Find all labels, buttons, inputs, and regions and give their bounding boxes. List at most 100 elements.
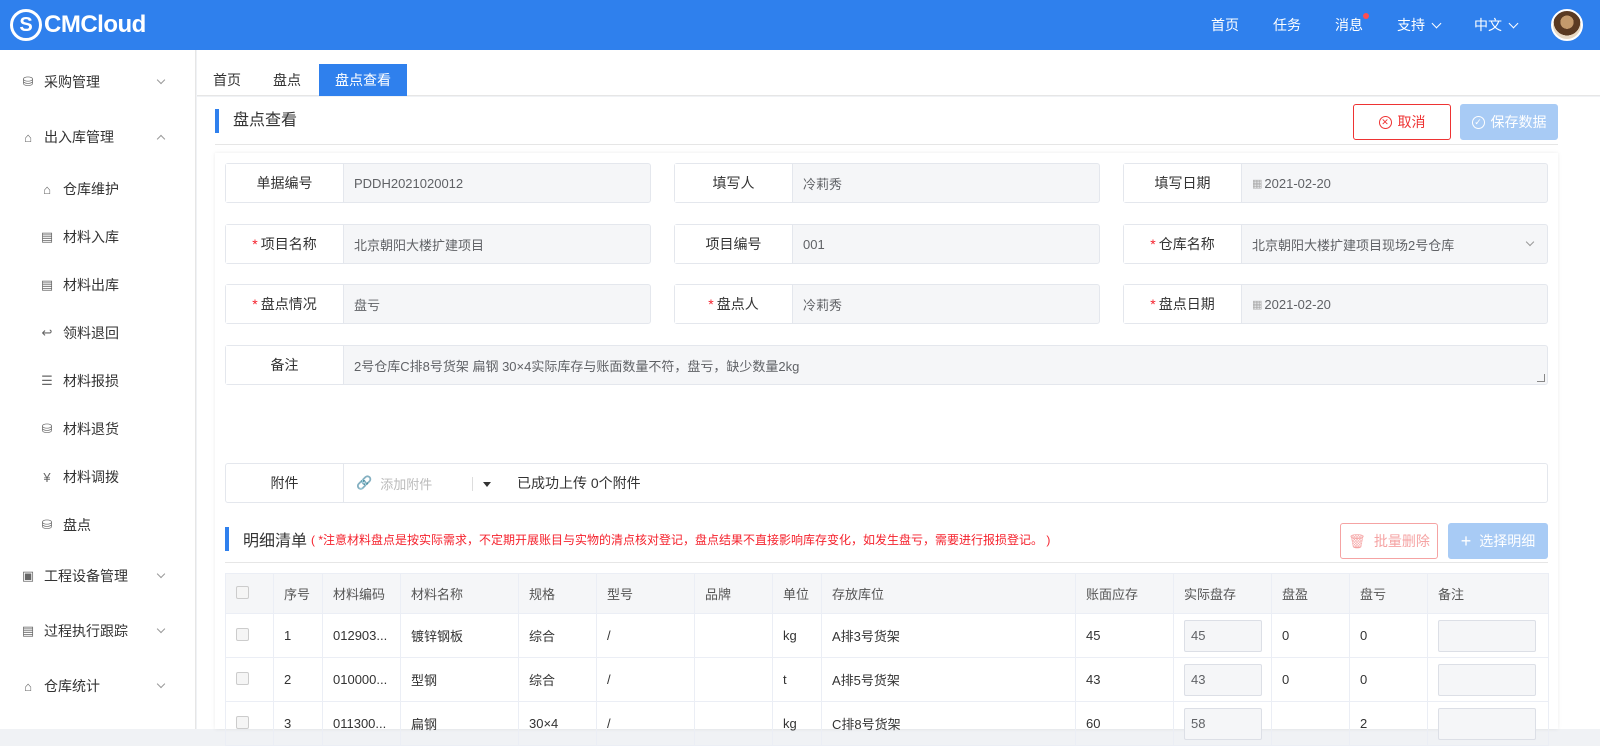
- cell-unit: t: [772, 657, 822, 702]
- database-icon: ⛁: [41, 517, 53, 532]
- form-panel: 单据编号 PDDH2021020012 填写人 冷莉秀 填写日期 ▦ 2021-0…: [215, 153, 1558, 746]
- remark-input[interactable]: [1438, 619, 1536, 652]
- close-icon: ✕: [1378, 115, 1392, 129]
- cell-book: 60: [1075, 701, 1174, 746]
- attachment-field: 附件 🔗 添加附件 已成功上传 0个附件: [225, 463, 1548, 503]
- cell-actual: 58: [1173, 701, 1272, 746]
- project-no-label: 项目编号: [675, 225, 793, 263]
- tab-inventory-view[interactable]: 盘点查看: [319, 64, 407, 96]
- col-book: 账面应存: [1075, 573, 1174, 614]
- project-no-field: 项目编号 001: [674, 224, 1100, 264]
- caret-down-icon[interactable]: [483, 482, 491, 487]
- sidebar-item-return[interactable]: ↩ 领料退回: [0, 313, 196, 353]
- unread-dot: [1363, 13, 1369, 19]
- sidebar-item-inout[interactable]: ⌂ 出入库管理: [0, 117, 196, 157]
- sidebar-item-equipment[interactable]: ▣ 工程设备管理: [0, 556, 196, 596]
- col-code: 材料编码: [322, 573, 401, 614]
- sidebar-item-tracking[interactable]: ▤ 过程执行跟踪: [0, 611, 196, 651]
- check-status-label: * 盘点情况: [226, 285, 344, 323]
- check-date-value: ▦ 2021-02-20: [1252, 296, 1331, 312]
- checker-label: * 盘点人: [675, 285, 793, 323]
- avatar[interactable]: [1551, 9, 1583, 41]
- sidebar-item-material-in[interactable]: ▤ 材料入库: [0, 217, 196, 257]
- trash-icon: 🗑: [1348, 532, 1366, 549]
- cell-remark: [1427, 613, 1549, 658]
- actual-input[interactable]: 43: [1184, 663, 1262, 696]
- nav-home[interactable]: 首页: [1211, 15, 1239, 35]
- writer-value: 冷莉秀: [803, 176, 843, 192]
- warehouse-select[interactable]: 北京朝阳大楼扩建项目现场2号仓库: [1242, 225, 1547, 263]
- row-checkbox[interactable]: [225, 701, 274, 746]
- remark-input[interactable]: [1438, 663, 1536, 696]
- sidebar-item-material-out[interactable]: ▤ 材料出库: [0, 265, 196, 305]
- doc-no-field: 单据编号 PDDH2021020012: [225, 163, 651, 203]
- col-loss: 盘亏: [1349, 573, 1428, 614]
- page-title: 盘点查看: [215, 109, 297, 133]
- chevron-down-icon: [1431, 18, 1442, 28]
- project-no-value: 001: [803, 236, 825, 252]
- cell-code: 011300...: [322, 701, 401, 746]
- row-checkbox[interactable]: [225, 657, 274, 702]
- batch-delete-button[interactable]: 🗑 批量删除: [1340, 523, 1438, 559]
- table-row: 1 012903... 镀锌钢板 综合 / kg A排3号货架 45 45 0 …: [225, 613, 1549, 658]
- logo-icon: S: [10, 9, 42, 41]
- material-in-icon: ▤: [40, 229, 54, 244]
- upload-status: 已成功上传 0个附件: [517, 475, 641, 491]
- sidebar-item-damage[interactable]: ☰ 材料报损: [0, 361, 196, 401]
- save-button[interactable]: ✓ 保存数据: [1460, 104, 1558, 140]
- separator: [472, 477, 473, 491]
- col-location: 存放库位: [821, 573, 1076, 614]
- col-actual: 实际盘存: [1173, 573, 1272, 614]
- warehouse-field[interactable]: * 仓库名称 北京朝阳大楼扩建项目现场2号仓库: [1123, 224, 1548, 264]
- sidebar-item-warehouse-maint[interactable]: ⌂ 仓库维护: [0, 169, 196, 209]
- logo[interactable]: S CMCloud: [10, 8, 146, 42]
- cell-brand: [694, 657, 773, 702]
- material-out-icon: ▤: [40, 277, 54, 292]
- sidebar-item-refund[interactable]: ⛁ 材料退货: [0, 409, 196, 449]
- nav-language[interactable]: 中文: [1474, 15, 1519, 35]
- table-row: 3 011300... 扁钢 30×4 / kg C排8号货架 60 58 2: [225, 701, 1549, 746]
- tab-inventory[interactable]: 盘点: [257, 64, 317, 96]
- col-spec: 规格: [518, 573, 597, 614]
- check-status-value: 盘亏: [354, 297, 381, 313]
- cancel-button[interactable]: ✕ 取消: [1353, 104, 1451, 140]
- tab-home[interactable]: 首页: [197, 64, 257, 96]
- check-icon: ✓: [1471, 115, 1485, 129]
- sidebar-item-transfer[interactable]: ¥ 材料调拨: [0, 457, 196, 497]
- nav-tasks[interactable]: 任务: [1273, 15, 1301, 35]
- actual-input[interactable]: 58: [1184, 707, 1262, 740]
- cell-unit: kg: [772, 613, 822, 658]
- chevron-up-icon: [156, 134, 166, 144]
- cell-gain: [1271, 701, 1350, 746]
- select-all-checkbox[interactable]: [225, 573, 274, 614]
- paperclip-icon: 🔗: [356, 475, 373, 490]
- row-checkbox[interactable]: [225, 613, 274, 658]
- logo-text: CMCloud: [44, 11, 146, 38]
- col-unit: 单位: [772, 573, 822, 614]
- add-attachment-button[interactable]: 🔗 添加附件: [344, 464, 472, 502]
- sidebar-item-stats[interactable]: ⌂ 仓库统计: [0, 666, 196, 706]
- nav-support[interactable]: 支持: [1397, 15, 1442, 35]
- nav-messages[interactable]: 消息: [1335, 13, 1369, 35]
- cell-loss: 0: [1349, 613, 1428, 658]
- cell-remark: [1427, 701, 1549, 746]
- tab-bar: 首页 盘点 盘点查看: [197, 50, 1600, 96]
- detail-title: 明细清单: [243, 533, 308, 550]
- col-no: 序号: [273, 573, 323, 614]
- chevron-down-icon: [156, 569, 166, 579]
- cell-book: 43: [1075, 657, 1174, 702]
- resize-handle[interactable]: [1537, 374, 1545, 382]
- remark-field[interactable]: 备注 2号仓库C排8号货架 扁钢 30×4实际库存与账面数量不符，盘亏，缺少数量…: [225, 345, 1548, 385]
- remark-input[interactable]: [1438, 707, 1536, 740]
- sidebar-item-inventory[interactable]: ⛁ 盘点: [0, 505, 196, 545]
- doc-no-label: 单据编号: [226, 164, 344, 202]
- sidebar-item-purchase[interactable]: ⛁ 采购管理: [0, 62, 196, 102]
- actual-input[interactable]: 45: [1184, 619, 1262, 652]
- cell-location: A排5号货架: [821, 657, 1076, 702]
- statistics-icon: ⌂: [24, 678, 32, 694]
- writer-field: 填写人 冷莉秀: [674, 163, 1100, 203]
- chevron-down-icon: [156, 679, 166, 689]
- remark-textarea[interactable]: 2号仓库C排8号货架 扁钢 30×4实际库存与账面数量不符，盘亏，缺少数量2kg: [344, 346, 1547, 384]
- cell-loss: 2: [1349, 701, 1428, 746]
- select-detail-button[interactable]: + 选择明细: [1448, 523, 1548, 559]
